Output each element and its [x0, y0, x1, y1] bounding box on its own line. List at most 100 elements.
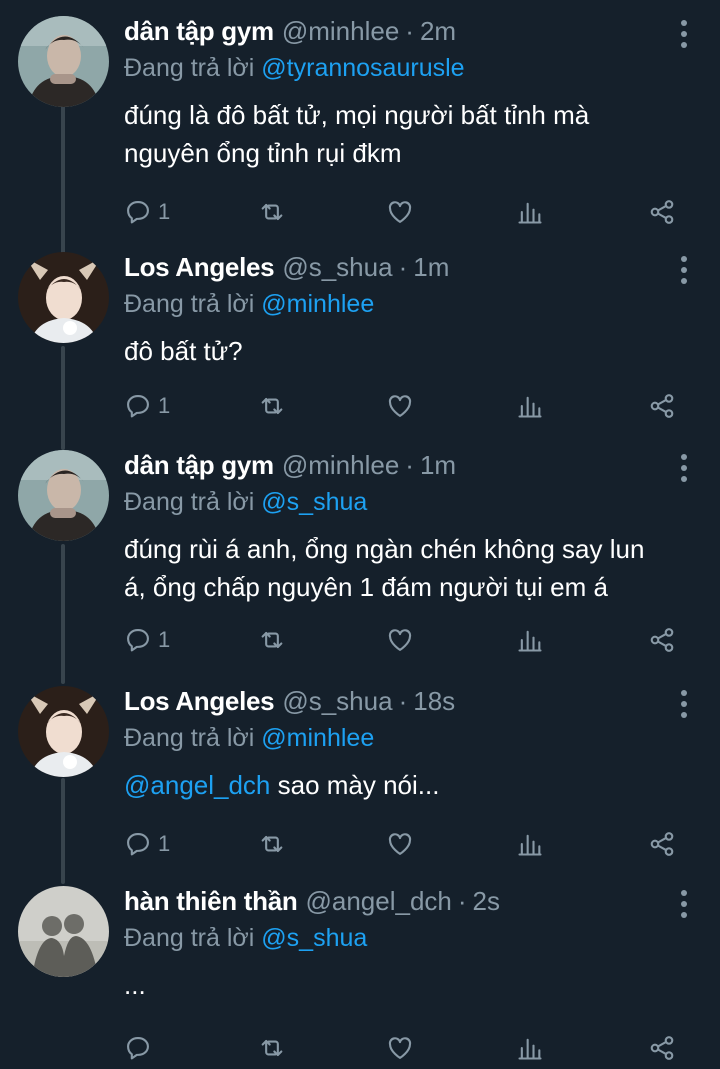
reply-button[interactable]: 1 — [124, 620, 170, 660]
reply-button[interactable]: 1 — [124, 192, 170, 232]
analytics-button[interactable] — [516, 386, 544, 426]
reply-mention[interactable]: @s_shua — [261, 488, 367, 516]
reply-button[interactable] — [124, 1028, 158, 1068]
analytics-icon — [516, 392, 544, 420]
reply-icon — [124, 198, 152, 226]
avatar[interactable] — [18, 252, 109, 343]
display-name[interactable]: Los Angeles — [124, 686, 275, 717]
retweet-icon — [258, 198, 286, 226]
more-options-icon[interactable] — [676, 690, 692, 730]
more-options-icon[interactable] — [676, 890, 692, 930]
replying-to-label: Đang trả lời — [124, 724, 255, 752]
retweet-icon — [258, 626, 286, 654]
avatar-image — [18, 252, 109, 343]
like-icon — [386, 1034, 414, 1062]
tweet-content: dân tập gym @minhlee · 2m Đang trả lời @… — [124, 16, 672, 172]
display-name[interactable]: Los Angeles — [124, 252, 275, 283]
analytics-icon — [516, 626, 544, 654]
more-options-icon[interactable] — [676, 454, 692, 494]
reply-count: 1 — [158, 627, 171, 652]
replying-to: Đang trả lời @tyrannosaurusle — [124, 52, 672, 88]
reply-mention[interactable]: @s_shua — [261, 924, 367, 952]
tweet[interactable]: Los Angeles @s_shua · 18s Đang trả lời @… — [0, 686, 720, 866]
like-icon — [386, 626, 414, 654]
tweet-text: ... — [124, 970, 146, 1000]
display-name[interactable]: dân tập gym — [124, 450, 274, 481]
retweet-button[interactable] — [258, 620, 286, 660]
tweet-text: đô bất tử? — [124, 336, 243, 366]
tweet[interactable]: dân tập gym @minhlee · 2m Đang trả lời @… — [0, 16, 720, 236]
analytics-button[interactable] — [516, 620, 544, 660]
like-button[interactable] — [386, 620, 414, 660]
reply-count: 1 — [158, 831, 171, 856]
share-button[interactable] — [648, 386, 676, 426]
user-handle[interactable]: @s_shua — [282, 252, 392, 283]
share-button[interactable] — [648, 192, 676, 232]
reply-mention[interactable]: @tyrannosaurusle — [261, 54, 464, 82]
timestamp: 1m — [419, 450, 457, 480]
tweet-content: dân tập gym @minhlee · 1m Đang trả lời @… — [124, 450, 672, 606]
tweet-text: đúng rùi á anh, ổng ngàn chén không say … — [124, 534, 652, 602]
share-icon — [648, 1034, 676, 1062]
timeline: dân tập gym @minhlee · 2m Đang trả lời @… — [0, 0, 720, 1069]
more-options-icon[interactable] — [676, 20, 692, 60]
retweet-button[interactable] — [258, 192, 286, 232]
tweet[interactable]: Los Angeles @s_shua · 1m Đang trả lời @m… — [0, 252, 720, 432]
like-button[interactable] — [386, 824, 414, 864]
avatar[interactable] — [18, 686, 109, 777]
user-handle[interactable]: @minhlee — [282, 16, 399, 47]
display-name[interactable]: hàn thiên thần — [124, 886, 298, 917]
like-icon — [386, 830, 414, 858]
avatar[interactable] — [18, 886, 109, 977]
share-button[interactable] — [648, 824, 676, 864]
share-button[interactable] — [648, 620, 676, 660]
share-icon — [648, 198, 676, 226]
tweet-content: Los Angeles @s_shua · 1m Đang trả lời @m… — [124, 252, 672, 370]
retweet-button[interactable] — [258, 824, 286, 864]
timestamp: 18s — [413, 686, 456, 716]
share-icon — [648, 830, 676, 858]
replying-to: Đang trả lời @minhlee — [124, 722, 672, 758]
replying-to-label: Đang trả lời — [124, 924, 255, 952]
tweet-content: hàn thiên thần @angel_dch · 2s Đang trả … — [124, 886, 672, 1004]
like-button[interactable] — [386, 386, 414, 426]
share-icon — [648, 626, 676, 654]
analytics-icon — [516, 198, 544, 226]
reply-icon — [124, 1034, 152, 1062]
analytics-button[interactable] — [516, 1028, 544, 1068]
avatar[interactable] — [18, 450, 109, 541]
retweet-button[interactable] — [258, 1028, 286, 1068]
tweet-actions: 1 — [124, 620, 684, 660]
replying-to: Đang trả lời @s_shua — [124, 486, 672, 522]
display-name[interactable]: dân tập gym — [124, 16, 274, 47]
user-handle[interactable]: @angel_dch — [305, 886, 451, 917]
share-button[interactable] — [648, 1028, 676, 1068]
analytics-icon — [516, 830, 544, 858]
tweet-text: đúng là đô bất tử, mọi người bất tỉnh mà… — [124, 100, 597, 168]
replying-to-label: Đang trả lời — [124, 488, 255, 516]
tweet-header: dân tập gym @minhlee · 1m — [124, 450, 457, 481]
tweet[interactable]: dân tập gym @minhlee · 1m Đang trả lời @… — [0, 450, 720, 670]
text-mention[interactable]: @angel_dch — [124, 770, 270, 800]
reply-button[interactable]: 1 — [124, 824, 170, 864]
avatar[interactable] — [18, 16, 109, 107]
tweet-header: hàn thiên thần @angel_dch · 2s — [124, 886, 500, 917]
reply-icon — [124, 392, 152, 420]
avatar-image — [18, 450, 109, 541]
like-button[interactable] — [386, 192, 414, 232]
tweet-header: Los Angeles @s_shua · 18s — [124, 686, 456, 717]
reply-mention[interactable]: @minhlee — [261, 290, 374, 318]
reply-button[interactable]: 1 — [124, 386, 170, 426]
retweet-icon — [258, 830, 286, 858]
tweet-text-body: sao mày nói... — [270, 770, 440, 800]
user-handle[interactable]: @s_shua — [282, 686, 392, 717]
analytics-button[interactable] — [516, 824, 544, 864]
analytics-button[interactable] — [516, 192, 544, 232]
tweet[interactable]: hàn thiên thần @angel_dch · 2s Đang trả … — [0, 886, 720, 1066]
user-handle[interactable]: @minhlee — [282, 450, 399, 481]
more-options-icon[interactable] — [676, 256, 692, 296]
retweet-button[interactable] — [258, 386, 286, 426]
reply-icon — [124, 626, 152, 654]
like-button[interactable] — [386, 1028, 414, 1068]
reply-mention[interactable]: @minhlee — [261, 724, 374, 752]
